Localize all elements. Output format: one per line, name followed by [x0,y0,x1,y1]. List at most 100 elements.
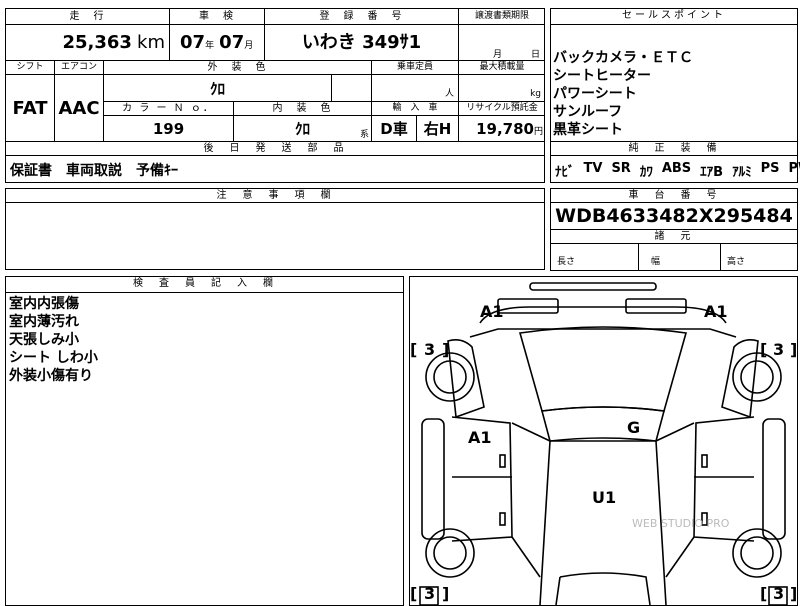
inspector-notes-list: 室内内張傷 室内薄汚れ 天張しみ小 シート しわ小 外装小傷有り [9,295,98,385]
equipment-item: ABS [661,161,692,176]
inspector-note-line: 室内薄汚れ [9,314,79,330]
sales-point-item: サンルーフ [553,104,623,120]
tire-mark-fl-open: [ [410,340,417,359]
notes-header: 注 意 事 項 欄 [6,189,544,203]
width-label: 幅 [651,257,661,267]
mark-roof: U1 [592,488,616,507]
import-value-1: D車 [372,116,417,142]
equipment-item: ｱﾙﾐ [732,165,752,180]
chassis-header: 車 台 番 号 [551,189,797,203]
later-items-header: 後 日 発 送 部 品 [6,142,544,156]
tire-mark-fr-close: ] [790,340,797,359]
later-items-value: 保証書 車両取説 予備ｷｰ [10,163,178,179]
sales-point-item: パワーシート [553,86,637,102]
height-label: 高さ [727,257,746,267]
sales-point-item: シートヒーター [553,68,651,84]
equipment-item: SR [611,161,631,176]
color-no-value: 199 [104,116,234,142]
mark-windshield: G [627,418,640,437]
dimensions-section: 諸 元 長さ 幅 高さ [550,229,798,271]
shaken-header: 車 検 [170,9,265,25]
mark-front-right: A1 [704,302,728,321]
watermark: WEB STUDIO PRO [632,517,730,530]
equipment-item: PS [760,161,780,176]
length-label: 長さ [557,257,576,267]
tire-mark-rl-open: [ [410,584,417,603]
tire-mark-fr-open: [ [760,340,767,359]
main-info-table: 走 行 車 検 登 録 番 号 譲渡書類期限 25,363 km 07年 07月… [5,8,545,142]
width-cell: 幅 [639,244,721,270]
equipment-header: 純 正 装 備 [551,142,797,156]
transfer-deadline-value: 月 日 [459,25,545,61]
equipment-item: ｶﾜ [639,165,653,180]
later-items-section: 後 日 発 送 部 品 保証書 車両取説 予備ｷｰ [5,141,545,183]
notes-section: 注 意 事 項 欄 [5,188,545,270]
inspector-note-line: 外装小傷有り [9,368,93,384]
aircon-value: AAC [55,75,104,142]
capacity-header: 乗車定員 [372,61,459,75]
sales-point-item: 黒革シート [553,122,623,138]
registration-header: 登 録 番 号 [265,9,459,25]
transfer-deadline-header: 譲渡書類期限 [459,9,545,25]
shaken-year: 07 [180,32,206,53]
exterior-color-extra [332,75,372,102]
equipment-item: TV [583,161,603,176]
tire-mark-rr: 3 [773,584,784,603]
mileage-unit: km [137,32,165,53]
equipment-item: ﾅﾋﾞ [555,165,575,180]
inspector-note-line: 天張しみ小 [9,332,79,348]
mark-left-door: A1 [468,428,492,447]
tire-mark-rl-close: ] [442,584,449,603]
tire-mark-fr: 3 [773,340,784,359]
equipment-item: PW [788,161,800,176]
color-no-header: カ ラ ー Ｎ ｏ． [104,102,234,116]
registration-value: いわき 349ｻ1 [265,25,459,61]
shift-header: シフト [6,61,55,75]
maxload-value: kg [459,75,545,102]
interior-color-value: ｸﾛ [294,120,310,138]
import-value-2: 右H [417,116,459,142]
recycle-value: 19,780 [476,120,534,138]
chassis-number: WDB4633482X295484 [555,205,793,227]
sales-points-list: バックカメラ・ＥＴＣ シートヒーター パワーシート サンルーフ黒革シート [553,49,693,139]
transfer-day-unit: 日 [531,50,541,60]
exterior-color-value-cell: ｸﾛ [104,75,332,102]
tire-mark-rr-open: [ [760,584,767,603]
exterior-color-header: 外 装 色 [104,61,372,75]
mileage-value-cell: 25,363 km [6,25,170,61]
shaken-month-unit: 月 [244,41,254,51]
equipment-item: ｴｱB [700,165,724,180]
height-cell: 高さ [721,244,797,270]
aircon-header: エアコン [55,61,104,75]
maxload-unit: kg [530,89,541,99]
recycle-header: リサイクル預託金 [459,102,545,116]
tire-mark-rl: 3 [424,584,435,603]
import-header: 輸 入 車 [372,102,459,116]
mileage-value: 25,363 [62,32,132,53]
length-cell: 長さ [551,244,639,270]
sales-points-header: セールスポイント [551,9,797,25]
interior-color-value-cell: ｸﾛ 系 [234,116,372,142]
transfer-month-unit: 月 [493,50,503,60]
recycle-unit: 円 [533,127,543,137]
mileage-header: 走 行 [6,9,170,25]
inspector-header: 検 査 員 記 入 欄 [6,277,403,293]
interior-color-header: 内 装 色 [234,102,372,116]
interior-color-unit: 系 [359,130,369,140]
exterior-color-value: ｸﾛ [209,80,225,98]
tire-mark-rr-close: ] [790,584,797,603]
dimensions-header: 諸 元 [551,230,797,244]
inspector-note-line: 室内内張傷 [9,296,79,312]
capacity-value: 人 [372,75,459,102]
mark-front-left: A1 [480,302,504,321]
shaken-year-unit: 年 [205,41,215,51]
equipment-section: 純 正 装 備 ﾅﾋﾞ TV SR ｶﾜ ABS ｴｱB ｱﾙﾐ PS PW [550,141,800,183]
maxload-header: 最大積載量 [459,61,545,75]
shift-value: FAT [6,75,55,142]
shaken-month: 07 [219,32,245,53]
tire-mark-fl-close: ] [442,340,449,359]
capacity-unit: 人 [444,89,454,99]
shaken-value-cell: 07年 07月 [170,25,265,61]
sales-points-section: セールスポイント バックカメラ・ＥＴＣ シートヒーター パワーシート サンルーフ黒革シ… [550,8,798,142]
sales-point-item: バックカメラ・ＥＴＣ [553,50,693,66]
